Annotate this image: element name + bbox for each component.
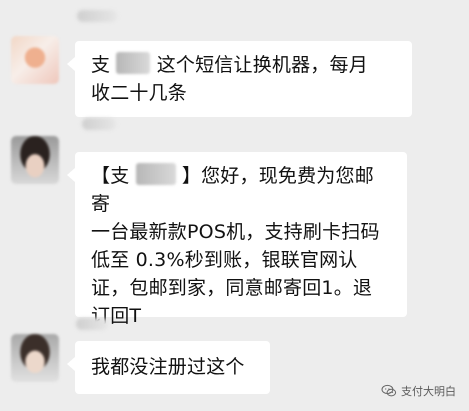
- message-bubble[interactable]: 我都没注册过这个: [67, 341, 270, 394]
- chat-message: 【支 】您好，现免费为您邮寄 一台最新款POS机，支持刷卡扫码 低至 0.3%秒…: [0, 118, 469, 327]
- sender-name-redacted: [82, 118, 116, 130]
- message-text: 我都没注册过这个: [91, 356, 245, 378]
- message-text: 收二十几条: [91, 82, 188, 104]
- watermark-text: 支付大明白: [401, 385, 456, 398]
- message-text: 】您好，现免费为您邮寄: [91, 165, 374, 215]
- blurred-avatar-icon[interactable]: [11, 334, 59, 382]
- sender-name-redacted: [76, 318, 108, 330]
- message-text: 这个短信让换机器，每月: [156, 54, 368, 76]
- message-line: 支 这个短信让换机器，每月: [91, 51, 396, 79]
- message-text: 低至 0.3%秒到账，银联官网认: [91, 249, 358, 271]
- blurred-avatar-icon[interactable]: [11, 136, 59, 184]
- message-text: 证，包邮到家，同意邮寄回1。退: [91, 277, 373, 299]
- chat-message: 支 这个短信让换机器，每月 收二十几条: [0, 10, 469, 130]
- message-text: 支: [91, 54, 111, 76]
- message-line: 【支 】您好，现免费为您邮寄: [91, 162, 391, 218]
- message-text: 一台最新款POS机，支持刷卡扫码: [91, 221, 380, 243]
- redacted-text: [135, 163, 176, 185]
- watermark: 支付大明白: [381, 383, 456, 399]
- blurred-avatar-icon[interactable]: [11, 36, 59, 84]
- message-bubble[interactable]: 支 这个短信让换机器，每月 收二十几条: [67, 41, 412, 117]
- message-text: 【支: [91, 165, 130, 187]
- message-bubble[interactable]: 【支 】您好，现免费为您邮寄 一台最新款POS机，支持刷卡扫码 低至 0.3%秒…: [67, 152, 407, 327]
- sender-name-redacted: [77, 10, 117, 22]
- redacted-text: [116, 52, 151, 74]
- wechat-icon: [381, 384, 397, 397]
